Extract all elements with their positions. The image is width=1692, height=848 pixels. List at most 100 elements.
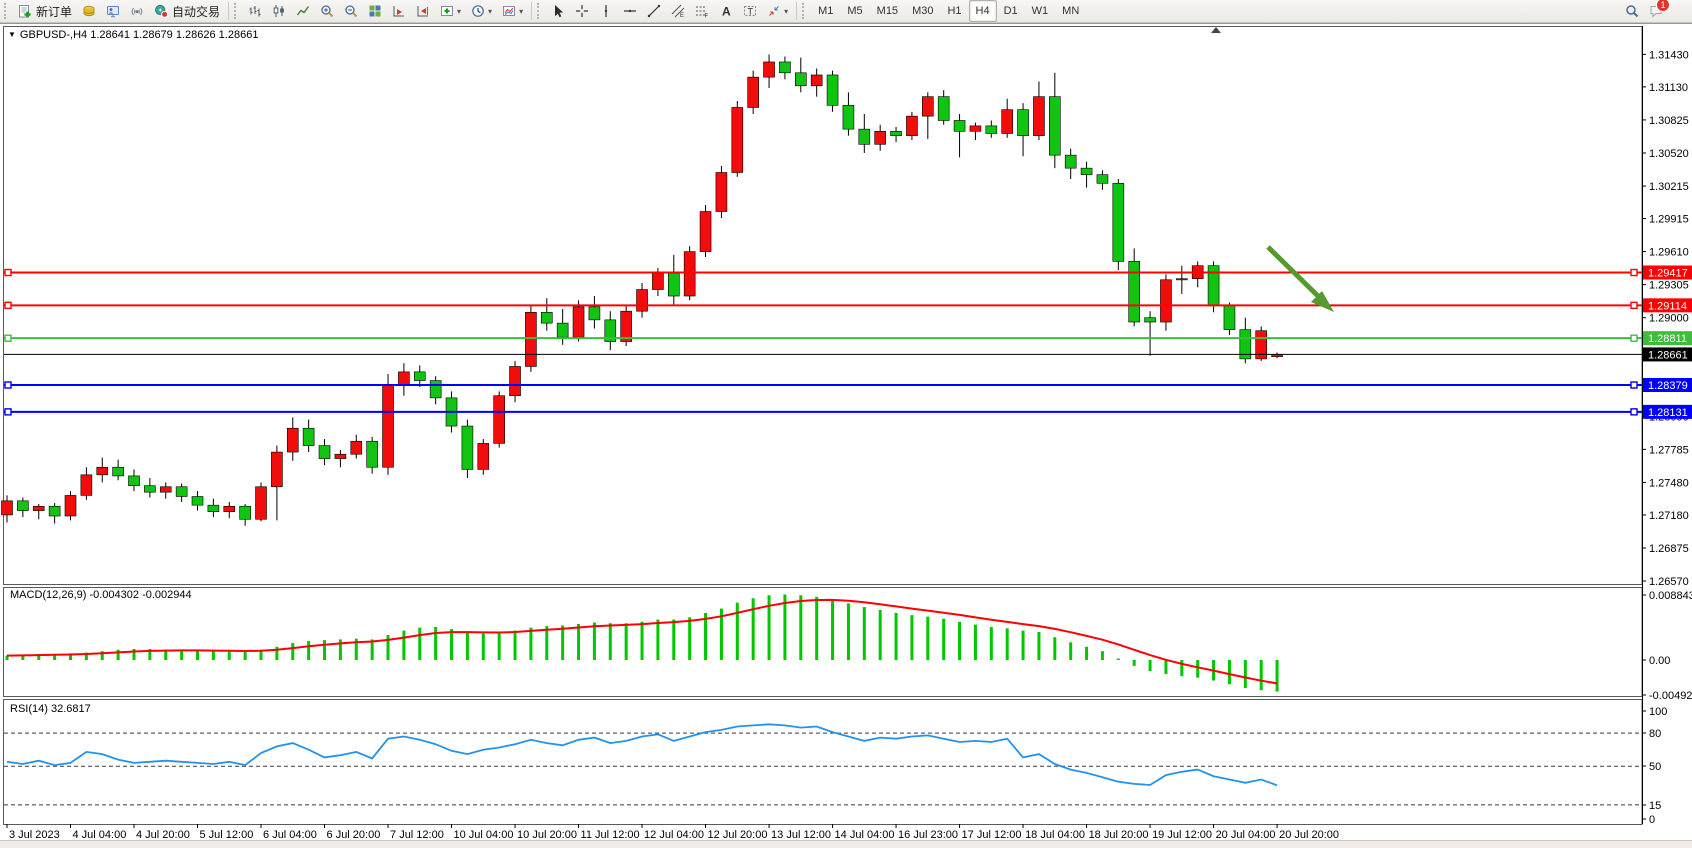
macd-panel[interactable] [4, 588, 1643, 697]
timeframe-mn-button[interactable]: MN [1055, 0, 1086, 22]
chart-window[interactable]: 1.314301.311301.308251.305201.302151.299… [0, 23, 1692, 841]
new-order-label: 新订单 [36, 3, 72, 20]
line-handle[interactable] [1631, 335, 1637, 341]
templates-button[interactable]: ▾ [497, 0, 528, 22]
candle [510, 366, 521, 395]
new-order-icon [18, 4, 32, 18]
chart-title-bar[interactable]: ▼GBPUSD-,H4 1.28641 1.28679 1.28626 1.28… [8, 29, 258, 41]
candle [192, 497, 203, 506]
level-badge-1.28131-label: 1.28131 [1648, 407, 1688, 419]
dropdown-caret-icon[interactable]: ▾ [488, 7, 492, 16]
candle [208, 505, 219, 512]
timeframe-m5-button[interactable]: M5 [840, 0, 869, 22]
timeframe-m1-button[interactable]: M1 [811, 0, 840, 22]
candle [1113, 183, 1124, 261]
timeframe-m15-button[interactable]: M15 [870, 0, 905, 22]
chart-menu-icon[interactable]: ▼ [8, 30, 16, 39]
candle [843, 105, 854, 129]
auto-scroll-button[interactable] [387, 0, 411, 22]
text-label-icon: T [743, 4, 757, 18]
candle [81, 475, 92, 496]
macd-tick-label: -0.004928 [1649, 690, 1692, 702]
channel-tool-button[interactable]: E [666, 0, 690, 22]
crosshair-icon [575, 4, 589, 18]
horizontal-line-tool-button[interactable] [618, 0, 642, 22]
candle [1097, 175, 1108, 184]
line-chart-mode-button[interactable] [291, 0, 315, 22]
strategy-tester-button[interactable] [101, 0, 125, 22]
rsi-tick-label: 80 [1649, 728, 1661, 740]
toolbar-grip[interactable] [537, 3, 544, 19]
search-button[interactable] [1620, 0, 1644, 22]
arrows-tool-button[interactable]: ▾ [762, 0, 793, 22]
auto-trading-button[interactable]: 自动交易 [149, 0, 225, 22]
toolbar-grip[interactable] [4, 3, 11, 19]
line-handle[interactable] [5, 382, 11, 388]
candle [65, 495, 76, 516]
timeframe-h4-button[interactable]: H4 [969, 0, 997, 22]
timeframe-m30-button[interactable]: M30 [905, 0, 940, 22]
candle [1002, 110, 1013, 134]
timeframe-d1-button[interactable]: D1 [997, 0, 1025, 22]
line-handle[interactable] [5, 270, 11, 276]
auto-scroll-icon [392, 4, 406, 18]
dropdown-caret-icon[interactable]: ▾ [519, 7, 523, 16]
text-tool-button[interactable]: A [714, 0, 738, 22]
trend-line-tool-button[interactable] [642, 0, 666, 22]
timeframe-w1-button[interactable]: W1 [1025, 0, 1056, 22]
candle [430, 381, 441, 398]
toolbar-grip[interactable] [234, 3, 241, 19]
candle [271, 452, 282, 487]
candle [922, 97, 933, 117]
candle [716, 172, 727, 211]
svg-text:F: F [705, 14, 709, 19]
chart-shift-button[interactable] [411, 0, 435, 22]
tile-windows-button[interactable] [363, 0, 387, 22]
line-handle[interactable] [5, 335, 11, 341]
candle [17, 501, 28, 511]
line-handle[interactable] [5, 409, 11, 415]
candle [414, 372, 425, 381]
mql5-chat-button[interactable]: 1 [1644, 0, 1682, 22]
toolbar-grip[interactable] [802, 3, 809, 19]
line-handle[interactable] [1631, 270, 1637, 276]
macd-label: MACD(12,26,9) -0.004302 -0.002944 [10, 589, 192, 601]
candle [970, 126, 981, 131]
text-label-tool-button[interactable]: T [738, 0, 762, 22]
line-handle[interactable] [1631, 409, 1637, 415]
line-chart-icon [296, 4, 310, 18]
price-tick-label: 1.27180 [1649, 510, 1689, 522]
search-icon [1625, 4, 1639, 18]
crosshair-tool-button[interactable] [570, 0, 594, 22]
bars-chart-icon [248, 4, 262, 18]
fibonacci-tool-button[interactable]: F [690, 0, 714, 22]
candle [176, 487, 187, 497]
auto-trading-label: 自动交易 [172, 3, 220, 20]
dropdown-caret-icon[interactable]: ▾ [784, 7, 788, 16]
candle [652, 273, 663, 289]
bar-chart-mode-button[interactable] [243, 0, 267, 22]
candlestick-mode-button[interactable] [267, 0, 291, 22]
candles-chart-icon [272, 4, 286, 18]
indicators-icon [440, 4, 454, 18]
line-handle[interactable] [1631, 382, 1637, 388]
zoom-in-button[interactable] [315, 0, 339, 22]
signals-button[interactable] [125, 0, 149, 22]
new-order-button[interactable]: 新订单 [13, 0, 77, 22]
signals-icon [130, 4, 144, 18]
timeframe-h1-button[interactable]: H1 [940, 0, 968, 22]
candle [1129, 261, 1140, 322]
dropdown-caret-icon[interactable]: ▾ [457, 7, 461, 16]
chart-canvas[interactable]: 1.314301.311301.308251.305201.302151.299… [0, 24, 1692, 841]
zoom-out-button[interactable] [339, 0, 363, 22]
line-handle[interactable] [5, 302, 11, 308]
candle [97, 467, 108, 475]
cursor-tool-button[interactable] [546, 0, 570, 22]
indicators-button[interactable]: ▾ [435, 0, 466, 22]
periods-button[interactable]: ▾ [466, 0, 497, 22]
line-handle[interactable] [1631, 302, 1637, 308]
chart-shift-icon [416, 4, 430, 18]
vertical-line-tool-button[interactable] [594, 0, 618, 22]
candle [49, 506, 60, 516]
history-button[interactable] [77, 0, 101, 22]
